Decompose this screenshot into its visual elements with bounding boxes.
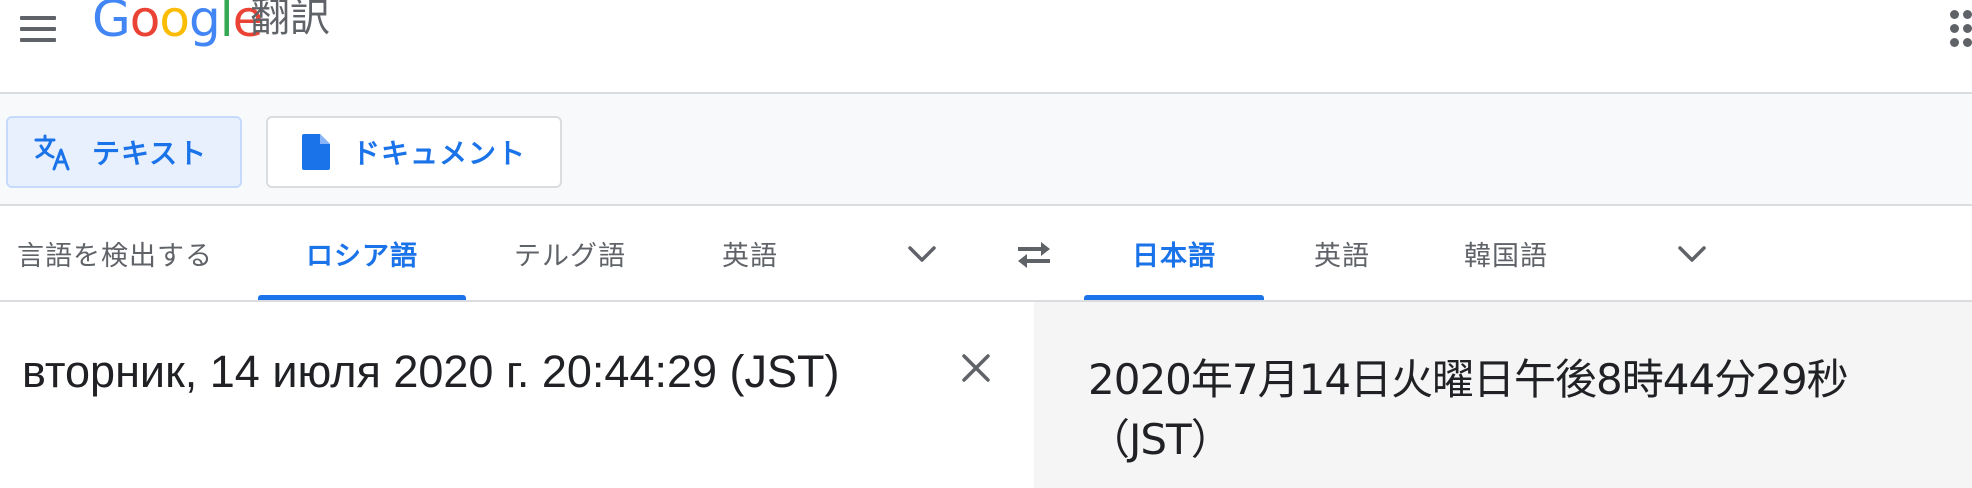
source-lang-telugu[interactable]: テルグ語	[486, 206, 654, 300]
apps-grid-icon[interactable]	[1950, 10, 1972, 50]
swap-languages-icon[interactable]	[1014, 234, 1054, 274]
google-logo[interactable]: Google	[92, 0, 263, 44]
mode-bar: テキスト ドキュメント	[0, 92, 1972, 206]
translate-icon	[34, 134, 70, 171]
document-mode-label: ドキュメント	[352, 137, 527, 170]
target-more-languages-chevron-down-icon[interactable]	[1674, 236, 1710, 272]
language-bar: 言語を検出する ロシア語 テルグ語 英語 日本語 英語 韓国語	[0, 206, 1972, 302]
text-mode-label: テキスト	[92, 137, 208, 170]
translation-output-pane: 2020年7月14日火曜日午後8時44分29秒 （JST）	[1034, 302, 1972, 488]
source-text-pane[interactable]: вторник, 14 июля 2020 г. 20:44:29 (JST)	[0, 302, 1034, 488]
text-mode-button[interactable]: テキスト	[6, 116, 242, 188]
target-lang-japanese[interactable]: 日本語	[1084, 206, 1264, 300]
source-lang-russian[interactable]: ロシア語	[258, 206, 466, 300]
translation-text-line: （JST）	[1088, 415, 1233, 464]
app-title: 翻訳	[250, 0, 330, 41]
source-lang-english[interactable]: 英語	[680, 206, 820, 300]
source-more-languages-chevron-down-icon[interactable]	[904, 236, 940, 272]
close-icon[interactable]	[956, 348, 996, 388]
document-mode-button[interactable]: ドキュメント	[266, 116, 562, 188]
target-lang-korean[interactable]: 韓国語	[1424, 206, 1588, 300]
source-text-input[interactable]: вторник, 14 июля 2020 г. 20:44:29 (JST)	[22, 346, 840, 398]
app-header: Google 翻訳	[0, 0, 1972, 92]
translation-text-line: 2020年7月14日火曜日午後8時44分29秒	[1088, 355, 1849, 404]
source-lang-detect[interactable]: 言語を検出する	[0, 206, 230, 300]
document-icon	[302, 134, 330, 170]
hamburger-icon[interactable]	[18, 14, 58, 44]
target-lang-english[interactable]: 英語	[1272, 206, 1412, 300]
